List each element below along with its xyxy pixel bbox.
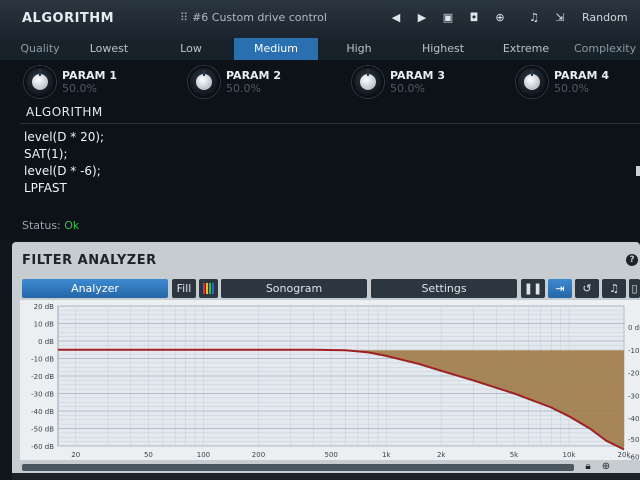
x-tick-label: 10k (562, 451, 576, 459)
y-tick-label-right: -10 dB (628, 347, 640, 355)
x-tick-label: 5k (510, 451, 519, 459)
y-tick-label-left: 0 dB (38, 338, 54, 346)
randomize-icon[interactable]: ▣ (438, 9, 458, 27)
preset-selector[interactable]: ⠿ #6 Custom drive control (180, 11, 327, 24)
param-4: PARAM 4 50.0% (516, 66, 640, 98)
fill-button[interactable]: Fill (172, 279, 196, 298)
code-line: SAT(1); (24, 147, 68, 161)
add-icon[interactable]: ⊕ (490, 9, 510, 27)
code-title: ALGORITHM (26, 105, 103, 119)
param-4-knob[interactable] (516, 66, 548, 98)
param-2-knob[interactable] (188, 66, 220, 98)
panel-title: ALGORITHM (22, 11, 115, 26)
code-line: level(D * -6); (24, 164, 101, 178)
y-tick-label-left: -10 dB (31, 356, 54, 364)
quality-option-lowest[interactable]: Lowest (70, 38, 148, 60)
param-2: PARAM 2 50.0% (188, 66, 338, 98)
x-tick-label: 2k (437, 451, 446, 459)
code-header (20, 101, 640, 124)
settings-button[interactable]: Settings (371, 279, 517, 298)
param-1-name: PARAM 1 (62, 69, 117, 82)
color-bars-icon[interactable] (199, 279, 218, 298)
code-line: level(D * 20); (24, 130, 105, 144)
y-tick-label-left: -20 dB (31, 373, 54, 381)
param-2-value: 50.0% (226, 82, 261, 95)
status-line: Status: Ok (22, 219, 79, 232)
complexity-label: Complexity (574, 42, 637, 55)
quality-label: Quality (20, 42, 60, 55)
y-tick-label-left: 20 dB (34, 303, 55, 311)
next-preset-icon[interactable]: ▶ (412, 9, 432, 27)
y-tick-label-left: 10 dB (34, 321, 55, 329)
sonogram-button[interactable]: Sonogram (221, 279, 367, 298)
quality-option-high[interactable]: High (320, 38, 398, 60)
music-note-icon[interactable]: ♫ (524, 9, 544, 27)
y-tick-label-right: -40 dB (628, 415, 640, 423)
more-icon[interactable]: ▯ (629, 279, 640, 298)
preset-label: #6 Custom drive control (192, 11, 327, 24)
grid-icon: ⠿ (180, 11, 189, 24)
analyzer-title: FILTER ANALYZER (22, 253, 157, 268)
quality-option-low[interactable]: Low (152, 38, 230, 60)
y-tick-label-left: -60 dB (31, 443, 54, 451)
x-tick-label: 100 (197, 451, 210, 459)
param-4-value: 50.0% (554, 82, 589, 95)
zoom-icon[interactable]: ⊕ (600, 461, 612, 473)
x-tick-label: 200 (252, 451, 265, 459)
editor-scrollbar[interactable] (636, 166, 640, 176)
x-tick-label: 1k (382, 451, 391, 459)
quality-option-highest[interactable]: Highest (404, 38, 482, 60)
param-1-knob[interactable] (24, 66, 56, 98)
param-4-name: PARAM 4 (554, 69, 609, 82)
param-3-value: 50.0% (390, 82, 425, 95)
y-tick-label-left: -30 dB (31, 391, 54, 399)
y-tick-label-left: -40 dB (31, 408, 54, 416)
y-tick-label-right: -50 dB (628, 436, 640, 444)
x-tick-label: 20 (71, 451, 80, 459)
random-button[interactable]: Random (582, 11, 628, 24)
x-tick-label: 20k (618, 451, 632, 459)
pause-icon[interactable]: ❚❚ (521, 279, 545, 298)
x-tick-label: 50 (144, 451, 153, 459)
filter-response-chart[interactable]: 20 dB 10 dB 0 dB -10 dB -20 dB -30 dB -40 dB -5… (20, 300, 640, 460)
y-tick-label-right: -20 dB (628, 370, 640, 378)
param-3: PARAM 3 50.0% (352, 66, 502, 98)
y-tick-label-left: -50 dB (31, 426, 54, 434)
music-note-icon[interactable]: ♫ (602, 279, 626, 298)
y-tick-label-right: -30 dB (628, 392, 640, 400)
param-2-name: PARAM 2 (226, 69, 281, 82)
code-editor[interactable]: level(D * 20); SAT(1); level(D * -6); LP… (24, 129, 104, 197)
quality-option-extreme[interactable]: Extreme (486, 38, 566, 60)
fit-range-icon[interactable]: ⇥ (548, 279, 572, 298)
param-1-value: 50.0% (62, 82, 97, 95)
color-bars-graphic (203, 283, 214, 294)
param-3-knob[interactable] (352, 66, 384, 98)
horizontal-scrollbar[interactable] (22, 464, 574, 471)
status-label: Status: (22, 219, 61, 232)
code-line: LPFAST (24, 181, 67, 195)
analyzer-button[interactable]: Analyzer (22, 279, 168, 298)
param-3-name: PARAM 3 (390, 69, 445, 82)
bottom-strip (12, 473, 640, 480)
y-tick-label-right: 0 dB (628, 324, 640, 332)
help-icon[interactable]: ? (626, 254, 638, 266)
save-icon[interactable]: ◘ (464, 9, 484, 27)
status-value: Ok (64, 219, 80, 232)
export-icon[interactable]: ⇲ (550, 9, 570, 27)
previous-preset-icon[interactable]: ◀ (386, 9, 406, 27)
quality-row: Quality Lowest Low Medium High Highest E… (0, 38, 640, 60)
reset-icon[interactable]: ↺ (575, 279, 599, 298)
param-1: PARAM 1 50.0% (24, 66, 174, 98)
x-tick-label: 500 (325, 451, 338, 459)
lock-icon[interactable]: 🔒︎ (582, 461, 594, 473)
quality-option-medium[interactable]: Medium (234, 38, 318, 60)
